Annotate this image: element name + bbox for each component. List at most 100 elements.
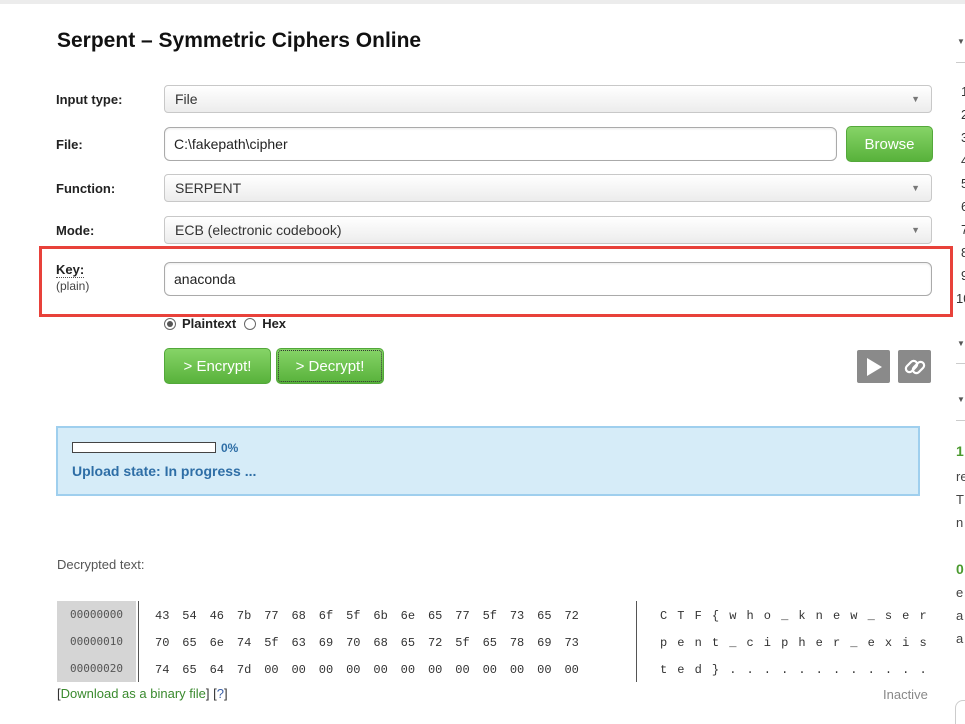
- hex-byte: 54: [182, 609, 197, 623]
- right-sidebar: ▼ 1 2 3 4 5 6 7 8 9 10 ▼ ▼ 1 re T n 0 e a a: [948, 0, 965, 724]
- ascii-char: k: [798, 609, 806, 623]
- caret-down-icon[interactable]: ▼: [957, 395, 965, 404]
- ascii-char: T: [677, 609, 685, 623]
- sidebar-item-text: T: [956, 492, 964, 507]
- decrypt-button[interactable]: > Decrypt!: [276, 348, 384, 384]
- sidebar-number: 6: [961, 199, 965, 214]
- download-binary-link[interactable]: Download as a binary file: [61, 686, 206, 701]
- ascii-char: _: [867, 609, 875, 623]
- input-type-select[interactable]: File ▼: [164, 85, 932, 113]
- sidebar-number: 8: [961, 245, 965, 260]
- ascii-char: _: [850, 636, 858, 650]
- hex-byte: 7b: [236, 609, 252, 623]
- decrypted-text-label: Decrypted text:: [57, 557, 145, 572]
- ascii-char: n: [815, 609, 823, 623]
- sidebar-divider: [956, 420, 965, 421]
- help-link[interactable]: ?: [217, 686, 224, 701]
- plaintext-radio-label[interactable]: Plaintext: [182, 316, 236, 331]
- file-path-field[interactable]: C:\fakepath\cipher: [164, 127, 837, 161]
- hex-byte: 43: [155, 609, 170, 623]
- hex-byte: 77: [264, 609, 279, 623]
- chevron-down-icon: ▼: [911, 183, 920, 193]
- hex-radio[interactable]: [244, 317, 257, 330]
- ascii-char: i: [902, 636, 910, 650]
- hex-byte: 65: [400, 636, 416, 650]
- ascii-char: n: [694, 636, 702, 650]
- chevron-down-icon: ▼: [911, 225, 920, 235]
- caret-down-icon[interactable]: ▼: [957, 37, 965, 46]
- ascii-char: .: [919, 663, 927, 677]
- hex-byte: 73: [564, 636, 579, 650]
- ascii-row: C T F{w h o _ k n e w _ s e r: [660, 601, 950, 628]
- sidebar-divider: [956, 363, 965, 364]
- mode-label: Mode:: [56, 223, 95, 238]
- browse-button[interactable]: Browse: [846, 126, 933, 162]
- hex-byte: 00: [482, 663, 497, 677]
- hex-byte: 78: [509, 636, 525, 650]
- upload-status-panel: 0% Upload state: In progress ...: [56, 426, 920, 496]
- ascii-char: .: [850, 663, 858, 677]
- sidebar-card: [955, 700, 965, 724]
- hex-byte: 65: [182, 663, 197, 677]
- input-type-value: File: [175, 91, 198, 107]
- link-icon: [904, 359, 925, 374]
- ascii-divider: [636, 601, 637, 682]
- hex-byte: 68: [291, 609, 306, 623]
- ascii-char: s: [919, 636, 927, 650]
- hex-radio-label[interactable]: Hex: [262, 316, 286, 331]
- top-border: [0, 0, 965, 4]
- hex-byte: 00: [455, 663, 470, 677]
- sidebar-number: 1: [961, 84, 965, 99]
- hex-byte: 7d: [236, 663, 252, 677]
- key-highlight-box: [39, 246, 953, 317]
- hex-byte: 6b: [373, 609, 388, 623]
- ascii-char: w: [850, 609, 858, 623]
- function-value: SERPENT: [175, 180, 242, 196]
- play-button[interactable]: [857, 350, 890, 383]
- ascii-char: w: [729, 609, 737, 623]
- hex-byte: 70: [346, 636, 361, 650]
- page-title: Serpent – Symmetric Ciphers Online: [57, 29, 422, 52]
- encrypt-button[interactable]: > Encrypt!: [164, 348, 271, 384]
- hex-byte: 46: [209, 609, 224, 623]
- ascii-char: d: [694, 663, 702, 677]
- ascii-char: p: [660, 636, 668, 650]
- hex-byte: 00: [400, 663, 416, 677]
- ascii-char: r: [832, 636, 841, 650]
- hex-byte: 65: [427, 609, 443, 623]
- mode-select[interactable]: ECB (electronic codebook) ▼: [164, 216, 932, 244]
- ascii-char: x: [884, 636, 893, 650]
- hex-byte: 69: [537, 636, 552, 650]
- hex-byte: 69: [318, 636, 334, 650]
- ascii-char: .: [798, 663, 806, 677]
- hex-byte: 77: [455, 609, 470, 623]
- ascii-char: C: [660, 609, 668, 623]
- hex-byte: 00: [427, 663, 443, 677]
- caret-down-icon[interactable]: ▼: [957, 339, 965, 348]
- hex-byte: 65: [482, 636, 497, 650]
- sidebar-number: 9: [961, 268, 965, 283]
- hex-byte: 74: [236, 636, 252, 650]
- sidebar-item-title[interactable]: 0: [956, 561, 964, 577]
- sidebar-item-title[interactable]: 1: [956, 443, 964, 459]
- hex-row: 43 54 46 7b 77 68 6f 5f 6b 6e 65 77 5f 73 65 72: [155, 601, 625, 628]
- sidebar-number: 4: [961, 153, 965, 168]
- sidebar-number: 10: [956, 291, 965, 306]
- link-button[interactable]: [898, 350, 931, 383]
- sidebar-number: 5: [961, 176, 965, 191]
- function-select[interactable]: SERPENT ▼: [164, 174, 932, 202]
- hex-byte: 68: [373, 636, 388, 650]
- ascii-char: h: [798, 636, 806, 650]
- hex-byte: 64: [209, 663, 224, 677]
- offset-cell: 00000010: [70, 635, 123, 648]
- sidebar-item-text: a: [956, 631, 964, 646]
- hex-row: 70 65 6e 74 5f 63 69 70 68 65 72 5f 65 78 69 73: [155, 628, 625, 655]
- sidebar-item-text: n: [956, 515, 964, 530]
- sidebar-number: 7: [961, 222, 965, 237]
- ascii-char: e: [902, 609, 910, 623]
- hex-byte: 73: [509, 609, 525, 623]
- ascii-char: .: [902, 663, 910, 677]
- hex-byte: 00: [537, 663, 552, 677]
- hex-byte: 00: [373, 663, 388, 677]
- plaintext-radio[interactable]: [164, 317, 176, 330]
